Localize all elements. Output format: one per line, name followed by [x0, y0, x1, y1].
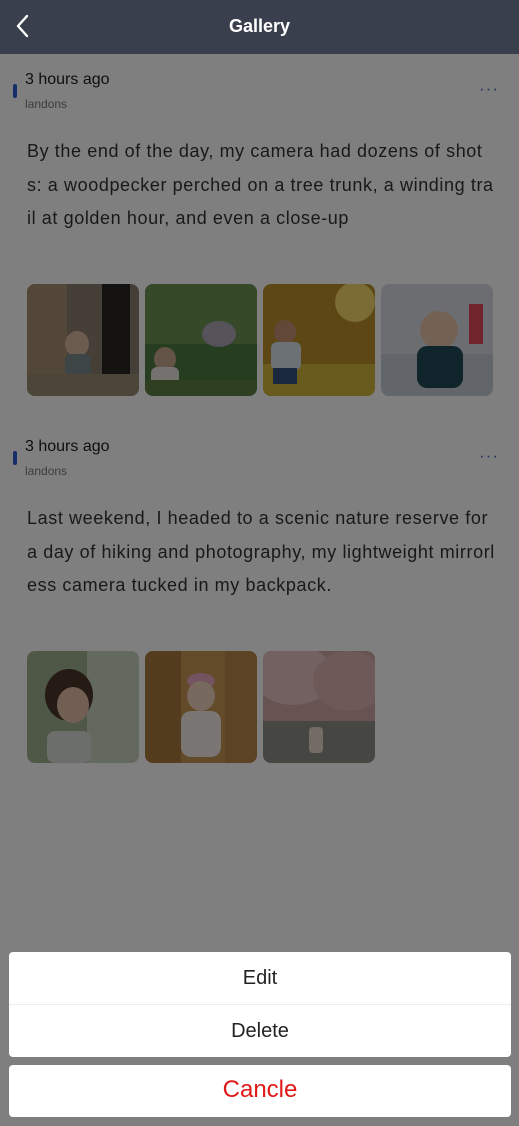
cancel-button[interactable]: Cancle — [9, 1065, 511, 1117]
edit-button[interactable]: Edit — [9, 952, 511, 1004]
page-title: Gallery — [228, 16, 291, 36]
top-nav-bar: Gallery — [0, 0, 519, 54]
action-sheet: Edit Delete — [9, 952, 511, 1057]
delete-button[interactable]: Delete — [9, 1005, 511, 1057]
app: Gallery 3 hours ago landons ··· By the e… — [0, 0, 519, 1126]
